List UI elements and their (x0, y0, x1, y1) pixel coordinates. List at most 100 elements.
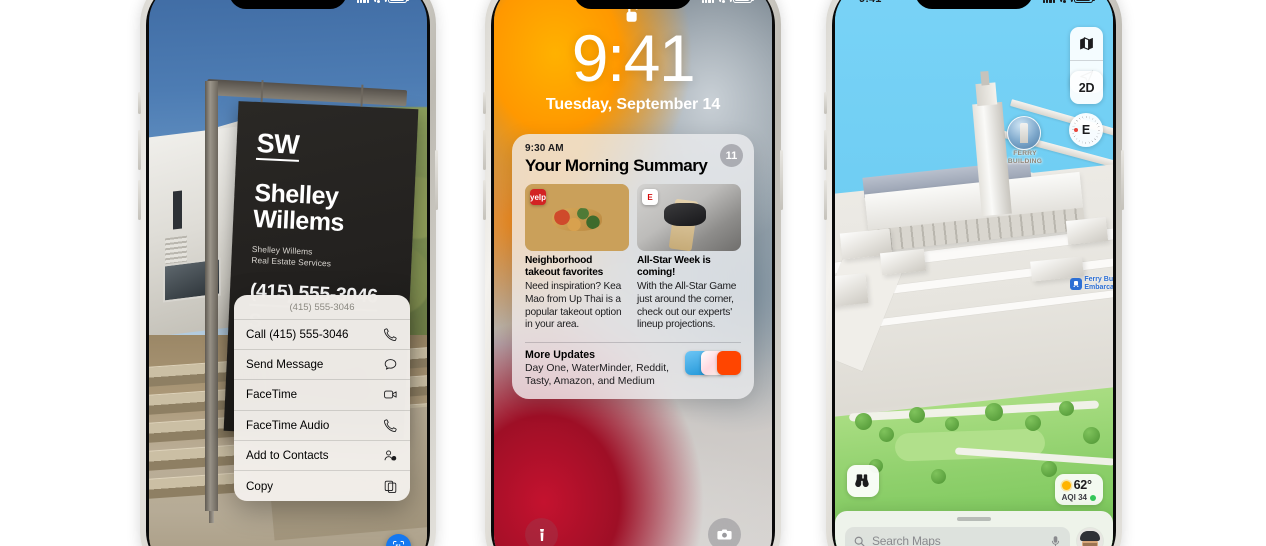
camera-button[interactable] (708, 518, 741, 546)
sheet-grabber[interactable] (957, 517, 991, 521)
volume-down-button[interactable] (483, 180, 486, 220)
cellular-bars-icon (356, 0, 369, 3)
lock-date: Tuesday, September 14 (545, 96, 721, 113)
air-quality-row: AQI 34 (1062, 493, 1096, 502)
landmark-label: FERRY BUILDING (995, 150, 1055, 166)
volume-down-button[interactable] (138, 180, 141, 220)
menu-item-label: Call (415) 555-3046 (246, 328, 349, 342)
notch (915, 0, 1033, 9)
transit-station-icon (1070, 278, 1083, 291)
message-bubble-icon (383, 357, 398, 372)
notch (574, 0, 692, 9)
photo-viewer[interactable]: SW Shelley Willems Shelley Willems Real … (149, 0, 427, 546)
landmark-pin-ferry-building[interactable]: FERRY BUILDING (1007, 116, 1042, 165)
tree (1041, 461, 1057, 477)
volume-down-button[interactable] (824, 180, 827, 220)
sign-name-line2: Willems (252, 204, 345, 237)
summary-time: 9:30 AM (525, 143, 564, 154)
house-window-narrow (173, 190, 182, 230)
notification-summary-card[interactable]: 9:30 AM Your Morning Summary 11 yelp Nei… (512, 134, 754, 400)
video-camera-icon (383, 387, 398, 402)
card-headline: Neighborhood takeout favorites (525, 255, 604, 279)
map-control-group-dimension: 2D (1070, 71, 1103, 104)
notch (229, 0, 347, 9)
transit-line1: Ferry Buil (1084, 276, 1113, 283)
espn-app-icon: E (642, 189, 658, 205)
landmark-label-line1: FERRY (1013, 150, 1037, 157)
yelp-app-icon: yelp (530, 189, 546, 205)
menu-item-copy[interactable]: Copy (234, 471, 410, 501)
mute-switch[interactable] (483, 92, 486, 114)
sign-logo: SW (255, 127, 300, 162)
cellular-bars-icon (1042, 0, 1055, 3)
binoculars-icon (855, 474, 869, 488)
summary-card-espn[interactable]: E All-Star Week is coming! With the All-… (637, 184, 741, 332)
compass-button[interactable]: E (1069, 113, 1103, 147)
flashlight-button[interactable] (525, 518, 558, 546)
sign-agent-name: Shelley Willems (252, 179, 346, 237)
summary-title: Your Morning Summary (525, 156, 708, 175)
more-updates-section[interactable]: More Updates Day One, WaterMinder, Reddi… (525, 342, 741, 399)
sun-icon (1061, 480, 1071, 490)
sign-sub-line2: Real Estate Services (251, 255, 332, 269)
transit-label-text: Ferry Buil Embarca (1084, 276, 1113, 293)
look-around-button[interactable] (847, 465, 879, 497)
mute-switch[interactable] (824, 92, 827, 114)
menu-item-facetime-audio[interactable]: FaceTime Audio (234, 411, 410, 441)
card-body: Need inspiration? Kea Mao from Up Thai i… (525, 280, 622, 331)
more-updates-app-icons (685, 351, 741, 376)
lock-clock: 9:41 (571, 21, 696, 95)
menu-item-call[interactable]: Call (415) 555-3046 (234, 320, 410, 351)
search-input[interactable]: Search Maps (845, 527, 1070, 546)
more-updates-apps: Day One, WaterMinder, Reddit, Tasty, Ama… (525, 363, 669, 388)
card-thumbnail: yelp (525, 184, 629, 251)
maps-bottom-sheet[interactable]: Search Maps (835, 511, 1113, 546)
transit-line2: Embarca (1084, 284, 1113, 292)
phone-icon (383, 327, 398, 342)
side-button[interactable] (435, 150, 438, 210)
tree (879, 427, 894, 442)
menu-item-label: FaceTime (246, 388, 298, 402)
map-canvas[interactable]: FERRY BUILDING Ferry Buil (835, 0, 1113, 546)
volume-up-button[interactable] (138, 130, 141, 170)
menu-item-facetime[interactable]: FaceTime (234, 380, 410, 411)
menu-item-send-message[interactable]: Send Message (234, 350, 410, 381)
battery-icon (388, 0, 409, 4)
side-button[interactable] (780, 150, 783, 210)
phone-screen: FERRY BUILDING Ferry Buil (835, 0, 1113, 546)
card-headline: All-Star Week is coming! (637, 255, 711, 279)
map-layers-button[interactable] (1070, 27, 1103, 60)
camera-icon (717, 529, 732, 540)
search-row: Search Maps (845, 527, 1103, 546)
status-icons (701, 0, 754, 4)
context-menu-header: (415) 555-3046 (234, 295, 410, 320)
summary-count-badge: 11 (720, 144, 743, 167)
building (835, 272, 869, 308)
phone-icon (383, 418, 398, 433)
search-placeholder: Search Maps (872, 534, 941, 546)
side-button[interactable] (1121, 150, 1124, 210)
mute-switch[interactable] (138, 92, 141, 114)
user-avatar[interactable] (1077, 528, 1103, 546)
compass-ticks (1072, 116, 1100, 144)
building (879, 248, 927, 276)
transit-station-label[interactable]: Ferry Buil Embarca (1070, 276, 1113, 293)
dimension-toggle-button[interactable]: 2D (1070, 71, 1103, 104)
live-text-icon (393, 541, 404, 546)
live-text-context-menu[interactable]: (415) 555-3046 Call (415) 555-3046 Send … (234, 295, 410, 502)
menu-item-label: Send Message (246, 358, 324, 372)
map-layers-icon (1080, 37, 1093, 51)
summary-header: 9:30 AM Your Morning Summary 11 (512, 134, 754, 180)
volume-up-button[interactable] (824, 130, 827, 170)
sign-subtitle: Shelley Willems Real Estate Services (251, 244, 332, 270)
volume-up-button[interactable] (483, 130, 486, 170)
menu-item-add-to-contacts[interactable]: Add to Contacts (234, 441, 410, 471)
wifi-icon (718, 0, 729, 3)
weather-widget[interactable]: 62° AQI 34 (1054, 474, 1103, 505)
avatar-cap (1080, 531, 1100, 541)
app-icon-reddit (717, 351, 741, 376)
microphone-icon[interactable] (1049, 535, 1062, 546)
status-time: 9:41 (859, 0, 899, 5)
screenshot-stage: SW Shelley Willems Shelley Willems Real … (0, 0, 1266, 546)
summary-card-yelp[interactable]: yelp Neighborhood takeout favorites Need… (525, 184, 629, 332)
